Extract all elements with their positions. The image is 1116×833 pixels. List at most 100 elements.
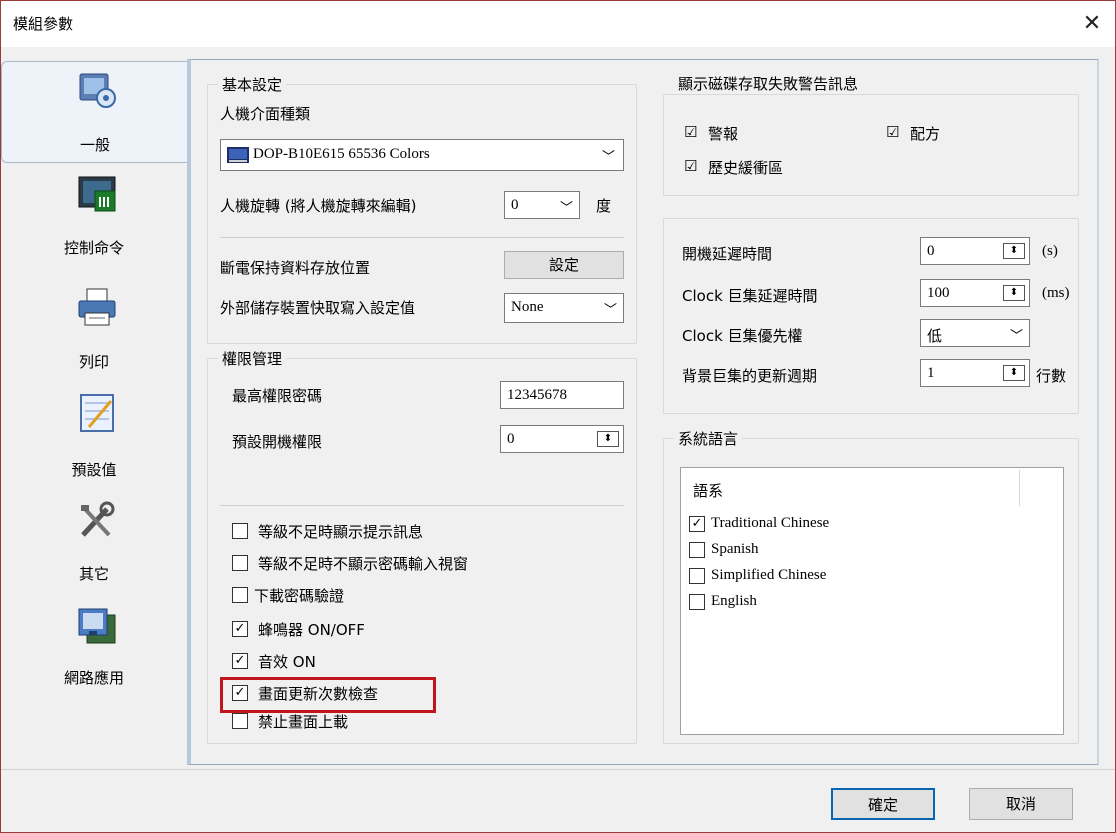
checkbox[interactable] (232, 713, 248, 729)
column-divider (1019, 470, 1020, 506)
control-command-icon (78, 176, 116, 212)
power-retain-label: 斷電保持資料存放位置 (220, 259, 371, 277)
disk-warning-group: 顯示磁碟存取失敗警告訊息 ☑ 警報 ☑ 配方 ☑ 歷史緩衝區 (663, 73, 1079, 196)
clock-delay-unit: (ms) (1042, 285, 1070, 301)
ext-storage-label: 外部儲存裝置快取寫入設定值 (220, 299, 416, 317)
basic-settings-group: 基本設定 人機介面種類 DOP-B10E615 65536 Colors ﹀ 人… (207, 74, 637, 344)
default-level-label: 預設開機權限 (232, 433, 323, 451)
cancel-button[interactable]: 取消 (969, 788, 1073, 820)
language-list[interactable]: 語系 ✓ Traditional Chinese Spanish Simplif… (680, 467, 1064, 735)
spin-icon[interactable]: ⬍ (1003, 243, 1025, 259)
opt-label: 等級不足時顯示提示訊息 (258, 523, 424, 541)
clock-priority-label: Clock 巨集優先權 (682, 327, 803, 345)
chevron-down-icon: ﹀ (601, 150, 615, 165)
checkbox[interactable] (232, 523, 248, 539)
rotate-select[interactable]: 0 ﹀ (504, 191, 580, 219)
general-settings-icon (79, 73, 116, 108)
basic-settings-heading: 基本設定 (218, 74, 287, 95)
bg-period-unit: 行數 (1036, 367, 1067, 385)
recipe-label: 配方 (910, 125, 941, 143)
checkbox[interactable]: ✓ (232, 621, 248, 637)
tools-icon (81, 501, 115, 537)
opt-label: 下載密碼驗證 (254, 587, 345, 605)
checkbox[interactable]: ✓ (232, 653, 248, 669)
disk-warning-heading: 顯示磁碟存取失敗警告訊息 (674, 73, 863, 94)
rotate-label: 人機旋轉 (將人機旋轉來編輯) (220, 197, 417, 215)
clock-delay-value: 100 (927, 285, 950, 301)
alarm-check-icon[interactable]: ☑ (684, 123, 697, 141)
opt-label: 等級不足時不顯示密碼輸入視窗 (258, 555, 469, 573)
bg-period-stepper[interactable]: 1 ⬍ (920, 359, 1030, 387)
history-label: 歷史緩衝區 (708, 159, 784, 177)
checkbox[interactable] (232, 587, 248, 603)
language-item[interactable]: English (711, 593, 757, 610)
recipe-check-icon[interactable]: ☑ (886, 123, 899, 141)
checkbox[interactable]: ✓ (689, 516, 705, 532)
default-level-stepper[interactable]: 0 ⬍ (500, 425, 624, 453)
alarm-label: 警報 (708, 125, 739, 143)
spin-icon[interactable]: ⬍ (1003, 365, 1025, 381)
bg-period-value: 1 (927, 365, 935, 381)
power-retain-set-button[interactable]: 設定 (504, 251, 624, 279)
nav-item-print[interactable]: 列印 (1, 283, 187, 373)
ext-storage-select[interactable]: None ﹀ (504, 293, 624, 323)
checkbox[interactable] (689, 594, 705, 610)
separator (220, 237, 624, 238)
module-params-dialog: 模組參數 ✕ 一般 控制命令 列印 預設值 其它 網路應用 基本設定 人機介面種… (0, 0, 1116, 833)
nav-label-others: 其它 (78, 565, 109, 583)
category-nav: 一般 控制命令 列印 預設值 其它 網路應用 (1, 47, 189, 765)
language-item[interactable]: Spanish (711, 541, 759, 558)
footer-separator (1, 769, 1115, 770)
nav-label-general: 一般 (79, 136, 110, 154)
checkbox[interactable] (232, 555, 248, 571)
printer-icon (78, 288, 116, 326)
opt-label: 音效 ON (258, 653, 316, 671)
hmi-type-select[interactable]: DOP-B10E615 65536 Colors ﹀ (220, 139, 624, 171)
boot-delay-stepper[interactable]: 0 ⬍ (920, 237, 1030, 265)
chevron-down-icon: ﹀ (603, 303, 617, 318)
bg-period-label: 背景巨集的更新週期 (682, 367, 818, 385)
nav-item-network[interactable]: 網路應用 (1, 603, 187, 693)
opt-label: 禁止畫面上載 (258, 713, 349, 731)
title-bar: 模組參數 ✕ (1, 1, 1115, 47)
clock-delay-stepper[interactable]: 100 ⬍ (920, 279, 1030, 307)
default-values-icon (80, 394, 114, 432)
max-password-value: 12345678 (507, 387, 567, 403)
chevron-down-icon: ﹀ (1009, 329, 1023, 344)
language-item[interactable]: Simplified Chinese (711, 567, 826, 584)
spin-icon[interactable]: ⬍ (1003, 285, 1025, 301)
close-button[interactable]: ✕ (1075, 7, 1109, 41)
spin-icon[interactable]: ⬍ (597, 431, 619, 447)
nav-label-control-command: 控制命令 (63, 239, 124, 257)
opt-label: 蜂鳴器 ON/OFF (258, 621, 365, 639)
permission-group: 權限管理 最高權限密碼 12345678 預設開機權限 0 ⬍ 等級不足時顯示提… (207, 348, 637, 744)
general-settings-panel: 基本設定 人機介面種類 DOP-B10E615 65536 Colors ﹀ 人… (187, 59, 1099, 765)
ext-storage-value: None (511, 299, 544, 315)
max-password-field[interactable]: 12345678 (500, 381, 624, 409)
clock-priority-value: 低 (927, 327, 943, 345)
nav-label-network: 網路應用 (63, 669, 124, 687)
clock-priority-select[interactable]: 低 ﹀ (920, 319, 1030, 347)
system-language-group: 系統語言 語系 ✓ Traditional Chinese Spanish Si… (663, 428, 1079, 744)
dialog-title: 模組參數 (13, 15, 74, 33)
nav-item-general[interactable]: 一般 (1, 61, 187, 163)
system-language-heading: 系統語言 (674, 428, 743, 449)
ok-button[interactable]: 確定 (831, 788, 935, 820)
hmi-type-value: DOP-B10E615 65536 Colors (253, 146, 430, 162)
network-icon (78, 608, 116, 644)
nav-label-defaults: 預設值 (71, 461, 117, 479)
nav-item-others[interactable]: 其它 (1, 497, 187, 587)
hmi-device-icon (227, 147, 249, 163)
default-level-value: 0 (507, 431, 515, 447)
boot-delay-value: 0 (927, 243, 935, 259)
language-column-header: 語系 (693, 482, 724, 500)
clock-delay-label: Clock 巨集延遲時間 (682, 287, 818, 305)
language-item[interactable]: Traditional Chinese (711, 515, 829, 532)
rotate-value: 0 (511, 197, 519, 213)
timing-group: 開機延遲時間 0 ⬍ (s) Clock 巨集延遲時間 100 ⬍ (ms) C… (663, 218, 1079, 414)
nav-item-defaults[interactable]: 預設值 (1, 389, 187, 479)
nav-item-control-command[interactable]: 控制命令 (1, 171, 187, 261)
checkbox[interactable] (689, 568, 705, 584)
checkbox[interactable] (689, 542, 705, 558)
history-check-icon[interactable]: ☑ (684, 157, 697, 175)
